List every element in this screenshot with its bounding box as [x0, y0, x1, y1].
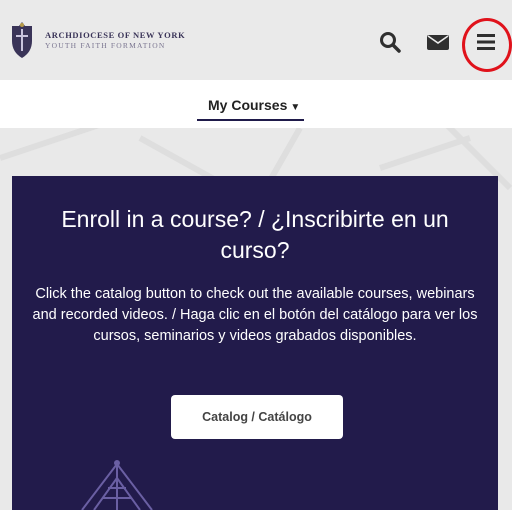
my-courses-dropdown[interactable]: My Courses ▼: [197, 97, 305, 121]
catalog-button[interactable]: Catalog / Catálogo: [171, 395, 343, 439]
site-logo[interactable]: ARCHDIOCESE OF NEW YORK YOUTH FAITH FORM…: [8, 21, 185, 59]
my-courses-label: My Courses: [208, 97, 288, 113]
mail-icon[interactable]: [426, 30, 450, 54]
logo-title: ARCHDIOCESE OF NEW YORK: [45, 30, 186, 40]
site-header: ARCHDIOCESE OF NEW YORK YOUTH FAITH FORM…: [0, 0, 512, 80]
search-icon[interactable]: [378, 30, 402, 54]
caret-down-icon: ▼: [290, 102, 301, 113]
card-description: Click the catalog button to check out th…: [32, 286, 478, 344]
highlight-circle: [462, 18, 512, 72]
course-nav: My Courses ▼: [0, 80, 512, 128]
crest-icon: [12, 22, 32, 58]
logo-subtitle: YOUTH FAITH FORMATION: [45, 40, 166, 50]
enroll-card: Enroll in a course? / ¿Inscribirte en un…: [12, 176, 498, 510]
ornament-icon: [81, 460, 153, 510]
card-title: Enroll in a course? / ¿Inscribirte en un…: [61, 206, 449, 263]
